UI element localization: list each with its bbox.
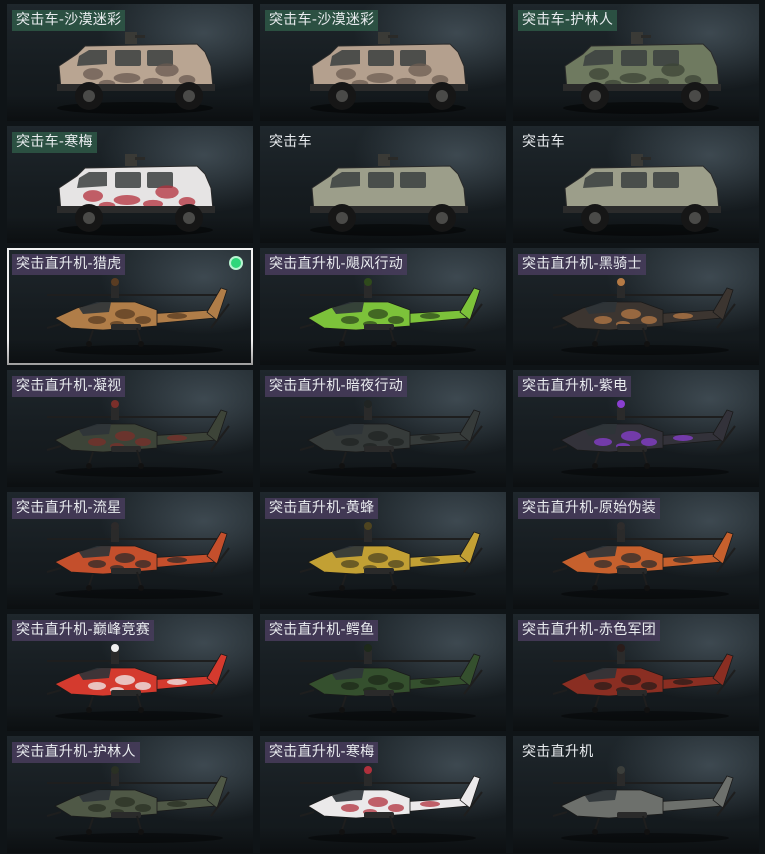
helicopter-skin-card[interactable]: 突击直升机-暗夜行动: [260, 370, 506, 487]
skin-name-label: 突击直升机-护林人: [12, 742, 140, 763]
skin-name-label: 突击直升机-寒梅: [265, 742, 379, 763]
vehicle-skin-card[interactable]: 突击车-护林人: [513, 4, 759, 121]
skin-name-label: 突击车-护林人: [518, 10, 618, 31]
skin-name-label: 突击车: [269, 134, 312, 150]
skin-name-label: 突击直升机-流星: [12, 498, 126, 519]
skin-name-label: 突击直升机-猎虎: [12, 254, 126, 275]
skin-name-label: 突击直升机-原始伪装: [518, 498, 661, 519]
vehicle-skin-card[interactable]: 突击车: [513, 126, 759, 243]
helicopter-skin-card[interactable]: 突击直升机-飓风行动: [260, 248, 506, 365]
skin-name-label: 突击直升机-黄蜂: [265, 498, 379, 519]
equipped-indicator-icon: [229, 256, 243, 270]
helicopter-skin-card[interactable]: 突击直升机-赤色军团: [513, 614, 759, 731]
helicopter-skin-card[interactable]: 突击直升机-巅峰竞赛: [7, 614, 253, 731]
helicopter-skin-card[interactable]: 突击直升机-黄蜂: [260, 492, 506, 609]
skin-name-label: 突击直升机-赤色军团: [518, 620, 661, 641]
helicopter-skin-card[interactable]: 突击直升机-流星: [7, 492, 253, 609]
helicopter-skin-card[interactable]: 突击直升机-护林人: [7, 736, 253, 853]
skin-name-label: 突击直升机-飓风行动: [265, 254, 408, 275]
vehicle-skin-card[interactable]: 突击车-寒梅: [7, 126, 253, 243]
skin-name-label: 突击直升机-黑骑士: [518, 254, 646, 275]
skin-name-label: 突击直升机-巅峰竞赛: [12, 620, 155, 641]
helicopter-skin-card[interactable]: 突击直升机-猎虎: [7, 248, 253, 365]
skin-name-label: 突击直升机-暗夜行动: [265, 376, 408, 397]
helicopter-skin-card[interactable]: 突击直升机-原始伪装: [513, 492, 759, 609]
vehicle-skin-card[interactable]: 突击车-沙漠迷彩: [260, 4, 506, 121]
helicopter-skin-card[interactable]: 突击直升机-寒梅: [260, 736, 506, 853]
skin-name-label: 突击直升机: [522, 744, 594, 760]
helicopter-skin-card[interactable]: 突击直升机-鳄鱼: [260, 614, 506, 731]
vehicle-skin-card[interactable]: 突击车: [260, 126, 506, 243]
skin-name-label: 突击直升机-凝视: [12, 376, 126, 397]
helicopter-skin-card[interactable]: 突击直升机-紫电: [513, 370, 759, 487]
helicopter-skin-card[interactable]: 突击直升机: [513, 736, 759, 853]
skin-name-label: 突击车-沙漠迷彩: [12, 10, 126, 31]
skin-name-label: 突击直升机-鳄鱼: [265, 620, 379, 641]
helicopter-skin-card[interactable]: 突击直升机-凝视: [7, 370, 253, 487]
skin-name-label: 突击车-沙漠迷彩: [265, 10, 379, 31]
skin-name-label: 突击车: [522, 134, 565, 150]
helicopter-skin-card[interactable]: 突击直升机-黑骑士: [513, 248, 759, 365]
vehicle-skin-card[interactable]: 突击车-沙漠迷彩: [7, 4, 253, 121]
skin-grid: 突击车-沙漠迷彩 突击车-沙漠迷彩 突击车-护林人突击车-寒梅 突击车 突击车突击直升机…: [0, 0, 765, 854]
skin-name-label: 突击车-寒梅: [12, 132, 97, 153]
skin-name-label: 突击直升机-紫电: [518, 376, 632, 397]
